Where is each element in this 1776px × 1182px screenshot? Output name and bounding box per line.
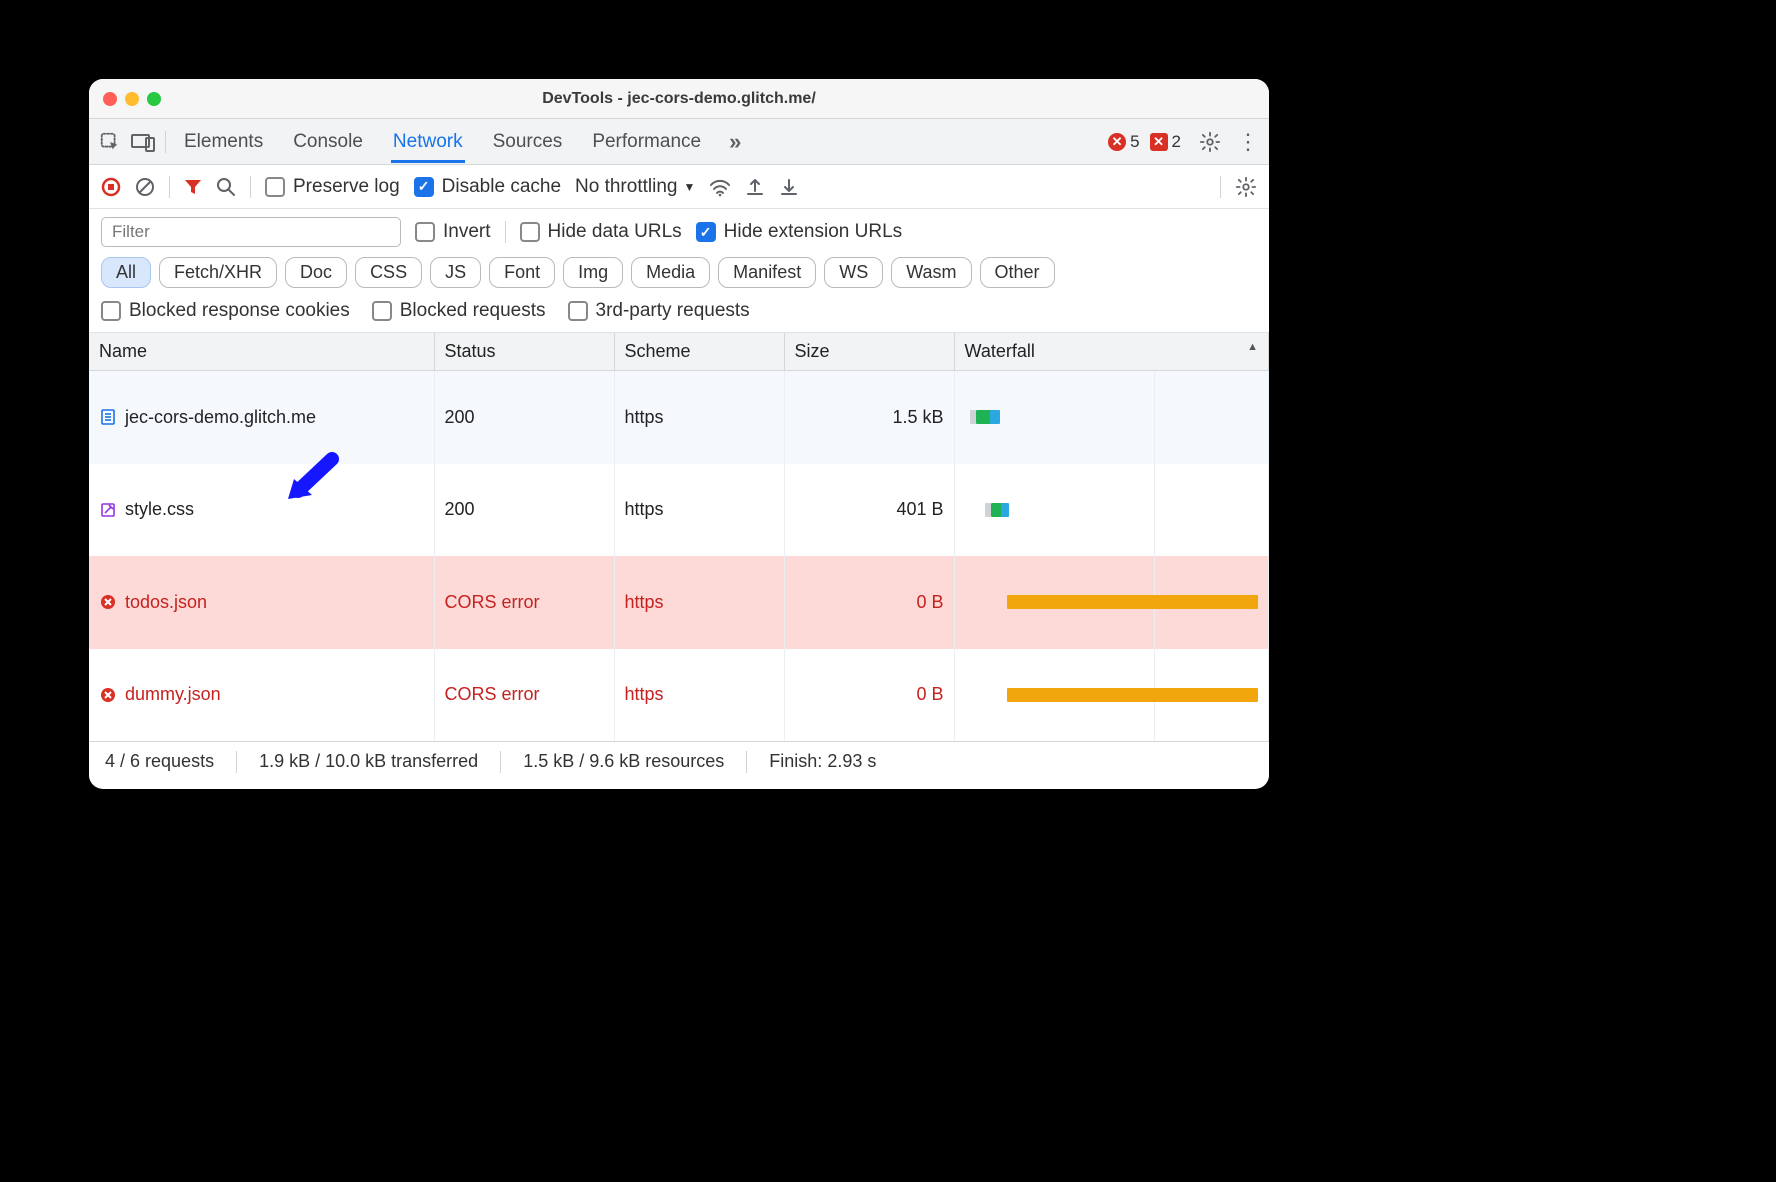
window-title: DevTools - jec-cors-demo.glitch.me/ xyxy=(89,90,1269,108)
col-name[interactable]: Name xyxy=(89,333,434,371)
throttling-select[interactable]: No throttling ▼ xyxy=(575,176,695,198)
waterfall-bar xyxy=(965,407,1259,427)
table-row[interactable]: jec-cors-demo.glitch.me 200 https 1.5 kB xyxy=(89,371,1269,464)
issue-icon: ✕ xyxy=(1150,133,1168,151)
chip-ws[interactable]: WS xyxy=(824,257,883,288)
error-icon: ✕ xyxy=(1108,133,1126,151)
col-size[interactable]: Size xyxy=(784,333,954,371)
network-toolbar: Preserve log Disable cache No throttling… xyxy=(89,165,1269,209)
chip-all[interactable]: All xyxy=(101,257,151,288)
table-row[interactable]: dummy.json CORS error https 0 B xyxy=(89,649,1269,742)
inspect-element-icon[interactable] xyxy=(99,131,121,153)
network-grid-body[interactable]: jec-cors-demo.glitch.me 200 https 1.5 kB… xyxy=(89,371,1269,741)
document-icon xyxy=(99,408,117,426)
tab-elements[interactable]: Elements xyxy=(182,121,265,163)
chip-font[interactable]: Font xyxy=(489,257,555,288)
chip-css[interactable]: CSS xyxy=(355,257,422,288)
waterfall-bar xyxy=(965,500,1259,520)
chip-other[interactable]: Other xyxy=(980,257,1055,288)
chip-fetch-xhr[interactable]: Fetch/XHR xyxy=(159,257,277,288)
third-party-checkbox[interactable]: 3rd-party requests xyxy=(568,300,750,322)
network-grid: Name Status Scheme Size Waterfall▲ jec-c… xyxy=(89,333,1269,741)
preserve-log-checkbox[interactable]: Preserve log xyxy=(265,176,400,198)
network-settings-icon[interactable] xyxy=(1235,176,1257,198)
errors-badge[interactable]: ✕ 5 xyxy=(1108,132,1139,152)
filter-icon[interactable] xyxy=(184,178,202,196)
tab-network[interactable]: Network xyxy=(391,121,465,163)
filter-row: Invert Hide data URLs Hide extension URL… xyxy=(89,209,1269,253)
kebab-menu-icon[interactable]: ⋮ xyxy=(1237,129,1259,155)
error-icon xyxy=(99,593,117,611)
settings-icon[interactable] xyxy=(1199,131,1221,153)
chip-manifest[interactable]: Manifest xyxy=(718,257,816,288)
blocked-cookies-checkbox[interactable]: Blocked response cookies xyxy=(101,300,350,322)
requests-count: 4 / 6 requests xyxy=(105,751,214,772)
tab-console[interactable]: Console xyxy=(291,121,365,163)
extra-filters-row: Blocked response cookies Blocked request… xyxy=(89,296,1269,333)
request-name: style.css xyxy=(125,499,194,520)
blocked-requests-checkbox[interactable]: Blocked requests xyxy=(372,300,546,322)
minimize-window-button[interactable] xyxy=(125,92,139,106)
hide-data-urls-checkbox[interactable]: Hide data URLs xyxy=(520,221,682,243)
tab-sources[interactable]: Sources xyxy=(491,121,565,163)
tab-performance[interactable]: Performance xyxy=(590,121,703,163)
disable-cache-checkbox[interactable]: Disable cache xyxy=(414,176,561,198)
waterfall-bar xyxy=(965,592,1259,612)
clear-icon[interactable] xyxy=(135,177,155,197)
error-icon xyxy=(99,686,117,704)
search-icon[interactable] xyxy=(216,177,236,197)
hide-extension-urls-checkbox[interactable]: Hide extension URLs xyxy=(696,221,902,243)
chip-img[interactable]: Img xyxy=(563,257,623,288)
network-conditions-icon[interactable] xyxy=(709,177,731,197)
panel-tabs: Elements Console Network Sources Perform… xyxy=(182,121,741,163)
filter-input[interactable] xyxy=(101,217,401,247)
more-tabs-icon[interactable]: » xyxy=(729,129,741,155)
close-window-button[interactable] xyxy=(103,92,117,106)
issues-badge[interactable]: ✕ 2 xyxy=(1150,132,1181,152)
maximize-window-button[interactable] xyxy=(147,92,161,106)
sort-asc-icon: ▲ xyxy=(1247,341,1258,353)
request-name: todos.json xyxy=(125,592,207,613)
panel-tabs-row: Elements Console Network Sources Perform… xyxy=(89,119,1269,165)
status-bar: 4 / 6 requests 1.9 kB / 10.0 kB transfer… xyxy=(89,741,1269,781)
table-row[interactable]: style.css 200 https 401 B xyxy=(89,464,1269,557)
chip-media[interactable]: Media xyxy=(631,257,710,288)
table-row[interactable]: todos.json CORS error https 0 B xyxy=(89,556,1269,649)
request-name: jec-cors-demo.glitch.me xyxy=(125,407,316,428)
waterfall-bar xyxy=(965,685,1259,705)
col-status[interactable]: Status xyxy=(434,333,614,371)
chip-js[interactable]: JS xyxy=(430,257,481,288)
col-waterfall[interactable]: Waterfall▲ xyxy=(954,333,1269,371)
chip-wasm[interactable]: Wasm xyxy=(891,257,971,288)
record-icon[interactable] xyxy=(101,177,121,197)
device-toolbar-icon[interactable] xyxy=(131,132,155,152)
resource-type-chips: All Fetch/XHR Doc CSS JS Font Img Media … xyxy=(89,253,1269,296)
devtools-window: DevTools - jec-cors-demo.glitch.me/ Elem… xyxy=(89,79,1269,789)
resources-size: 1.5 kB / 9.6 kB resources xyxy=(523,751,724,772)
chevron-down-icon: ▼ xyxy=(683,180,695,194)
import-har-icon[interactable] xyxy=(779,177,799,197)
export-har-icon[interactable] xyxy=(745,177,765,197)
stylesheet-icon xyxy=(99,501,117,519)
request-name: dummy.json xyxy=(125,684,221,705)
titlebar: DevTools - jec-cors-demo.glitch.me/ xyxy=(89,79,1269,119)
chip-doc[interactable]: Doc xyxy=(285,257,347,288)
network-table-header: Name Status Scheme Size Waterfall▲ xyxy=(89,333,1269,371)
traffic-lights xyxy=(103,92,161,106)
transferred-size: 1.9 kB / 10.0 kB transferred xyxy=(259,751,478,772)
invert-checkbox[interactable]: Invert xyxy=(415,221,491,243)
finish-time: Finish: 2.93 s xyxy=(769,751,876,772)
col-scheme[interactable]: Scheme xyxy=(614,333,784,371)
